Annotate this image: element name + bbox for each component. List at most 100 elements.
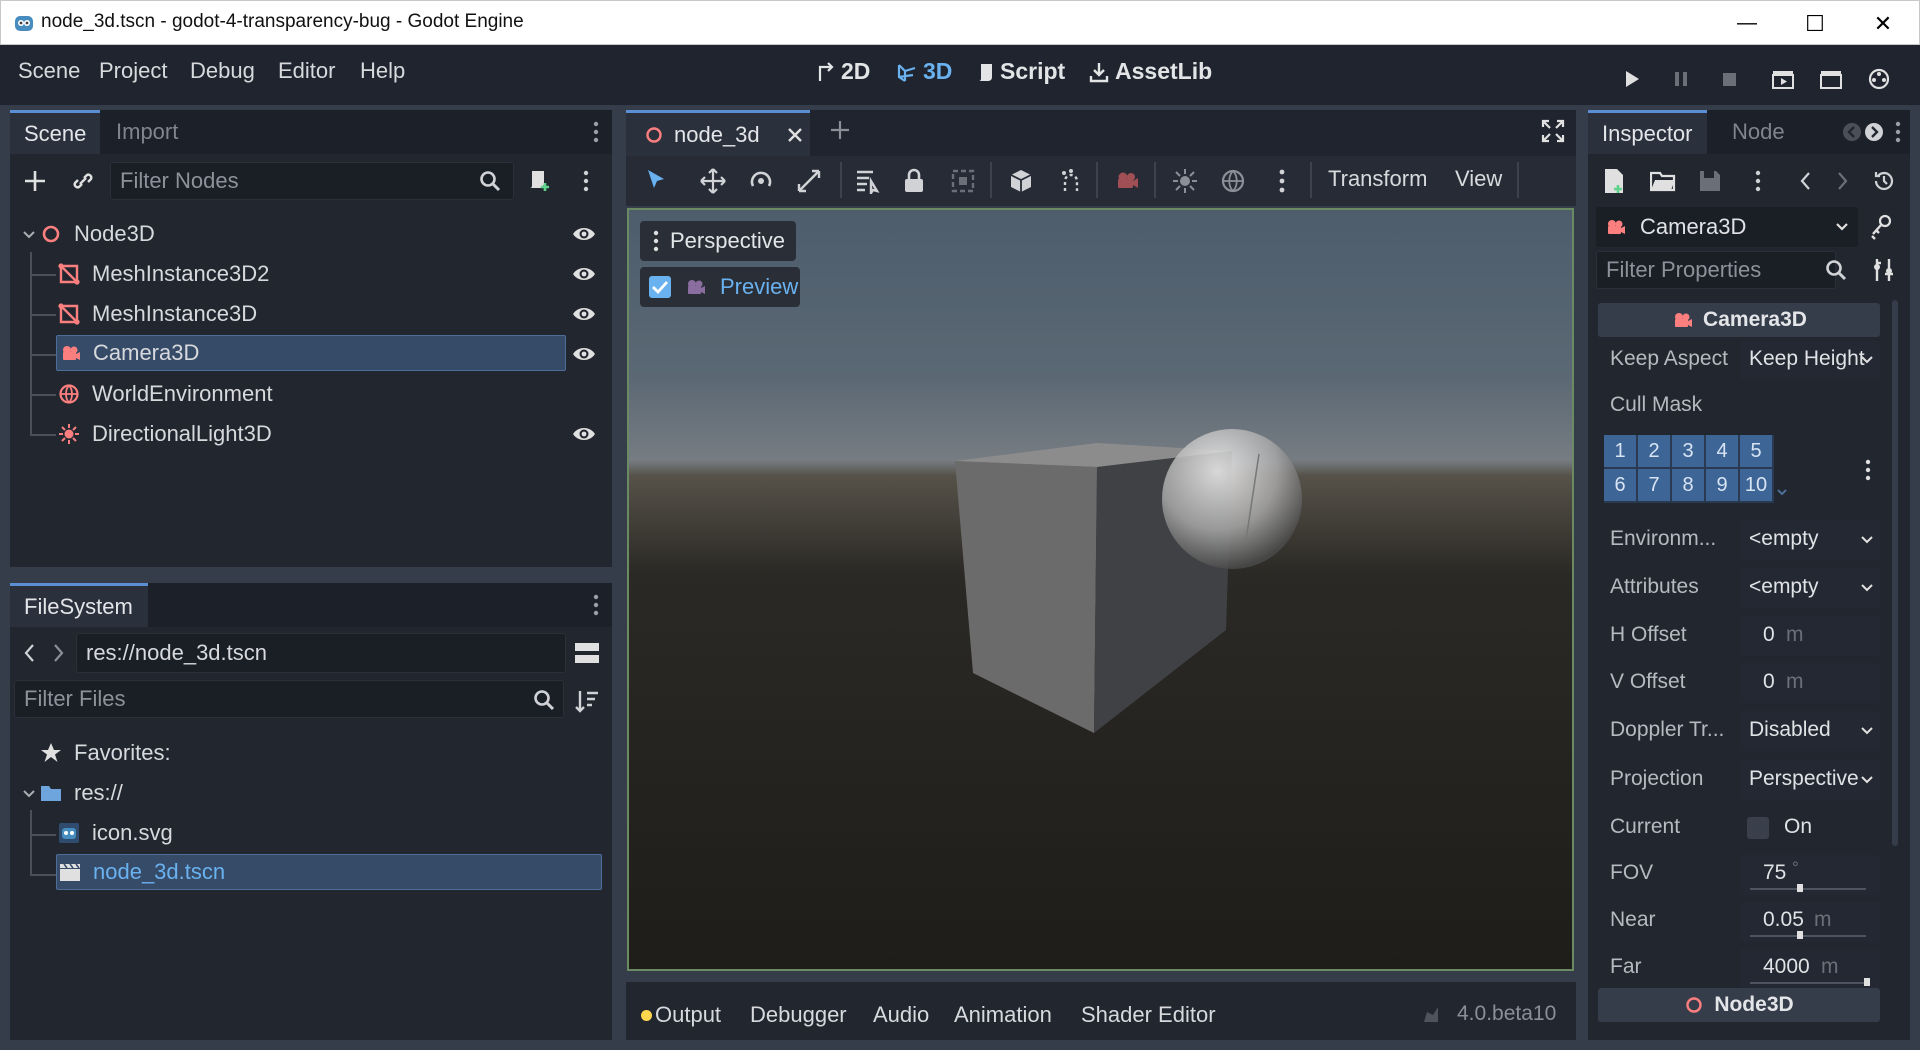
menu-help[interactable]: Help	[360, 58, 405, 84]
open-folder-icon[interactable]	[1650, 170, 1676, 192]
maximize-button[interactable]: ☐	[1781, 1, 1849, 46]
add-node-icon[interactable]	[22, 168, 48, 194]
move-tool-icon[interactable]	[700, 168, 726, 194]
visibility-eye-icon[interactable]	[572, 342, 596, 366]
forward-arrow-icon[interactable]	[50, 642, 66, 664]
menu-project[interactable]: Project	[99, 58, 167, 84]
tree-item-meshinstance3d2[interactable]: MeshInstance3D2	[56, 256, 556, 292]
inspector-scrollbar[interactable]	[1892, 300, 1898, 846]
cull-mask-layer[interactable]: 3	[1672, 435, 1704, 467]
more-options-icon[interactable]	[1278, 168, 1286, 194]
tab-output[interactable]: Output	[655, 1002, 721, 1028]
collapse-arrow-icon[interactable]	[22, 228, 36, 242]
history-back-icon[interactable]	[1798, 169, 1814, 193]
lock-icon[interactable]	[902, 168, 926, 194]
play-button[interactable]	[1615, 62, 1649, 96]
checkbox-checked-icon[interactable]	[648, 275, 672, 299]
slider-handle[interactable]	[1797, 884, 1803, 892]
workspace-script-button[interactable]: Script	[975, 58, 1065, 85]
prev-dock-icon[interactable]	[1842, 122, 1862, 142]
play-scene-button[interactable]	[1766, 62, 1800, 96]
movie-maker-button[interactable]	[1862, 62, 1896, 96]
more-options-icon[interactable]	[1864, 458, 1872, 482]
sort-icon[interactable]	[574, 688, 600, 714]
visibility-eye-icon[interactable]	[572, 422, 596, 446]
tab-node[interactable]: Node	[1718, 110, 1799, 154]
stop-button[interactable]	[1712, 62, 1746, 96]
section-header-camera3d[interactable]: Camera3D	[1598, 303, 1880, 337]
tab-import[interactable]: Import	[102, 110, 192, 154]
tab-filesystem[interactable]: FileSystem	[10, 583, 148, 627]
tab-audio[interactable]: Audio	[873, 1002, 929, 1028]
workspace-3d-button[interactable]: 3D	[896, 58, 952, 85]
filter-files-input[interactable]: Filter Files	[14, 680, 564, 718]
visibility-eye-icon[interactable]	[572, 302, 596, 326]
current-checkbox[interactable]	[1747, 817, 1769, 839]
favorites-item[interactable]: Favorites:	[40, 735, 340, 771]
h-offset-input[interactable]	[1740, 616, 1880, 656]
3d-viewport[interactable]	[627, 208, 1574, 971]
split-view-icon[interactable]	[574, 641, 600, 665]
cull-mask-layer[interactable]: 9	[1706, 469, 1738, 501]
dock-menu-icon[interactable]	[592, 120, 600, 144]
cull-mask-layer[interactable]: 8	[1672, 469, 1704, 501]
property-tools-icon[interactable]	[1870, 257, 1896, 283]
cull-mask-layer[interactable]: 4	[1706, 435, 1738, 467]
link-icon[interactable]	[70, 168, 96, 194]
fullscreen-icon[interactable]	[1540, 118, 1566, 144]
tree-item-meshinstance3d[interactable]: MeshInstance3D	[56, 296, 556, 332]
history-icon[interactable]	[1872, 169, 1896, 193]
cull-mask-layer[interactable]: 1	[1604, 435, 1636, 467]
list-select-icon[interactable]	[854, 168, 880, 194]
path-input[interactable]: res://node_3d.tscn	[76, 633, 566, 673]
update-spinner-icon[interactable]	[1420, 1004, 1442, 1026]
new-resource-icon[interactable]	[1602, 168, 1626, 194]
pause-button[interactable]	[1664, 62, 1698, 96]
filter-nodes-input[interactable]: Filter Nodes	[110, 162, 514, 200]
sun-preview-icon[interactable]	[1172, 168, 1198, 194]
cull-mask-layer[interactable]: 6	[1604, 469, 1636, 501]
workspace-2d-button[interactable]: 2D	[816, 58, 870, 85]
visibility-eye-icon[interactable]	[572, 262, 596, 286]
menu-debug[interactable]: Debug	[190, 58, 255, 84]
more-options-icon[interactable]	[1754, 169, 1762, 193]
tree-item-directionallight3d[interactable]: DirectionalLight3D	[56, 416, 556, 452]
visibility-eye-icon[interactable]	[572, 222, 596, 246]
menu-editor[interactable]: Editor	[278, 58, 335, 84]
play-custom-scene-button[interactable]	[1814, 62, 1848, 96]
tab-scene[interactable]: Scene	[10, 110, 101, 154]
file-item-icon-svg[interactable]: icon.svg	[58, 815, 358, 851]
rotate-tool-icon[interactable]	[748, 168, 774, 194]
close-button[interactable]: ✕	[1849, 1, 1917, 46]
tab-shader-editor[interactable]: Shader Editor	[1081, 1002, 1216, 1028]
more-options-icon[interactable]	[582, 169, 590, 193]
scene-tab-node3d[interactable]: node_3d	[626, 110, 810, 156]
slider-handle[interactable]	[1797, 931, 1803, 939]
snap-icon[interactable]	[1058, 168, 1084, 194]
scale-tool-icon[interactable]	[796, 168, 822, 194]
next-dock-icon[interactable]	[1864, 122, 1884, 142]
tree-item-camera3d[interactable]: Camera3D	[56, 335, 566, 371]
save-icon[interactable]	[1698, 169, 1722, 193]
menu-scene[interactable]: Scene	[18, 58, 80, 84]
v-offset-input[interactable]	[1740, 663, 1880, 703]
cull-mask-layer[interactable]: 5	[1740, 435, 1772, 467]
tab-inspector[interactable]: Inspector	[1588, 110, 1707, 154]
collapse-arrow-icon[interactable]	[22, 787, 36, 801]
preview-toggle[interactable]: Preview	[640, 267, 800, 307]
dock-menu-icon[interactable]	[592, 593, 600, 617]
local-space-icon[interactable]	[1008, 168, 1034, 194]
transform-menu[interactable]: Transform	[1328, 166, 1427, 192]
select-tool-icon[interactable]	[644, 168, 668, 192]
cull-mask-layer[interactable]: 7	[1638, 469, 1670, 501]
camera-preview-icon[interactable]	[1114, 168, 1140, 194]
attach-script-icon[interactable]	[526, 168, 552, 194]
tree-item-node3d[interactable]: Node3D	[38, 216, 558, 252]
group-icon[interactable]	[950, 168, 976, 194]
cull-mask-layer[interactable]: 2	[1638, 435, 1670, 467]
dock-menu-icon[interactable]	[1894, 120, 1902, 144]
file-item-node3d-tscn[interactable]: node_3d.tscn	[56, 854, 602, 890]
filter-properties-input[interactable]: Filter Properties	[1596, 251, 1836, 289]
perspective-menu-button[interactable]: Perspective	[640, 221, 796, 261]
tab-debugger[interactable]: Debugger	[750, 1002, 847, 1028]
